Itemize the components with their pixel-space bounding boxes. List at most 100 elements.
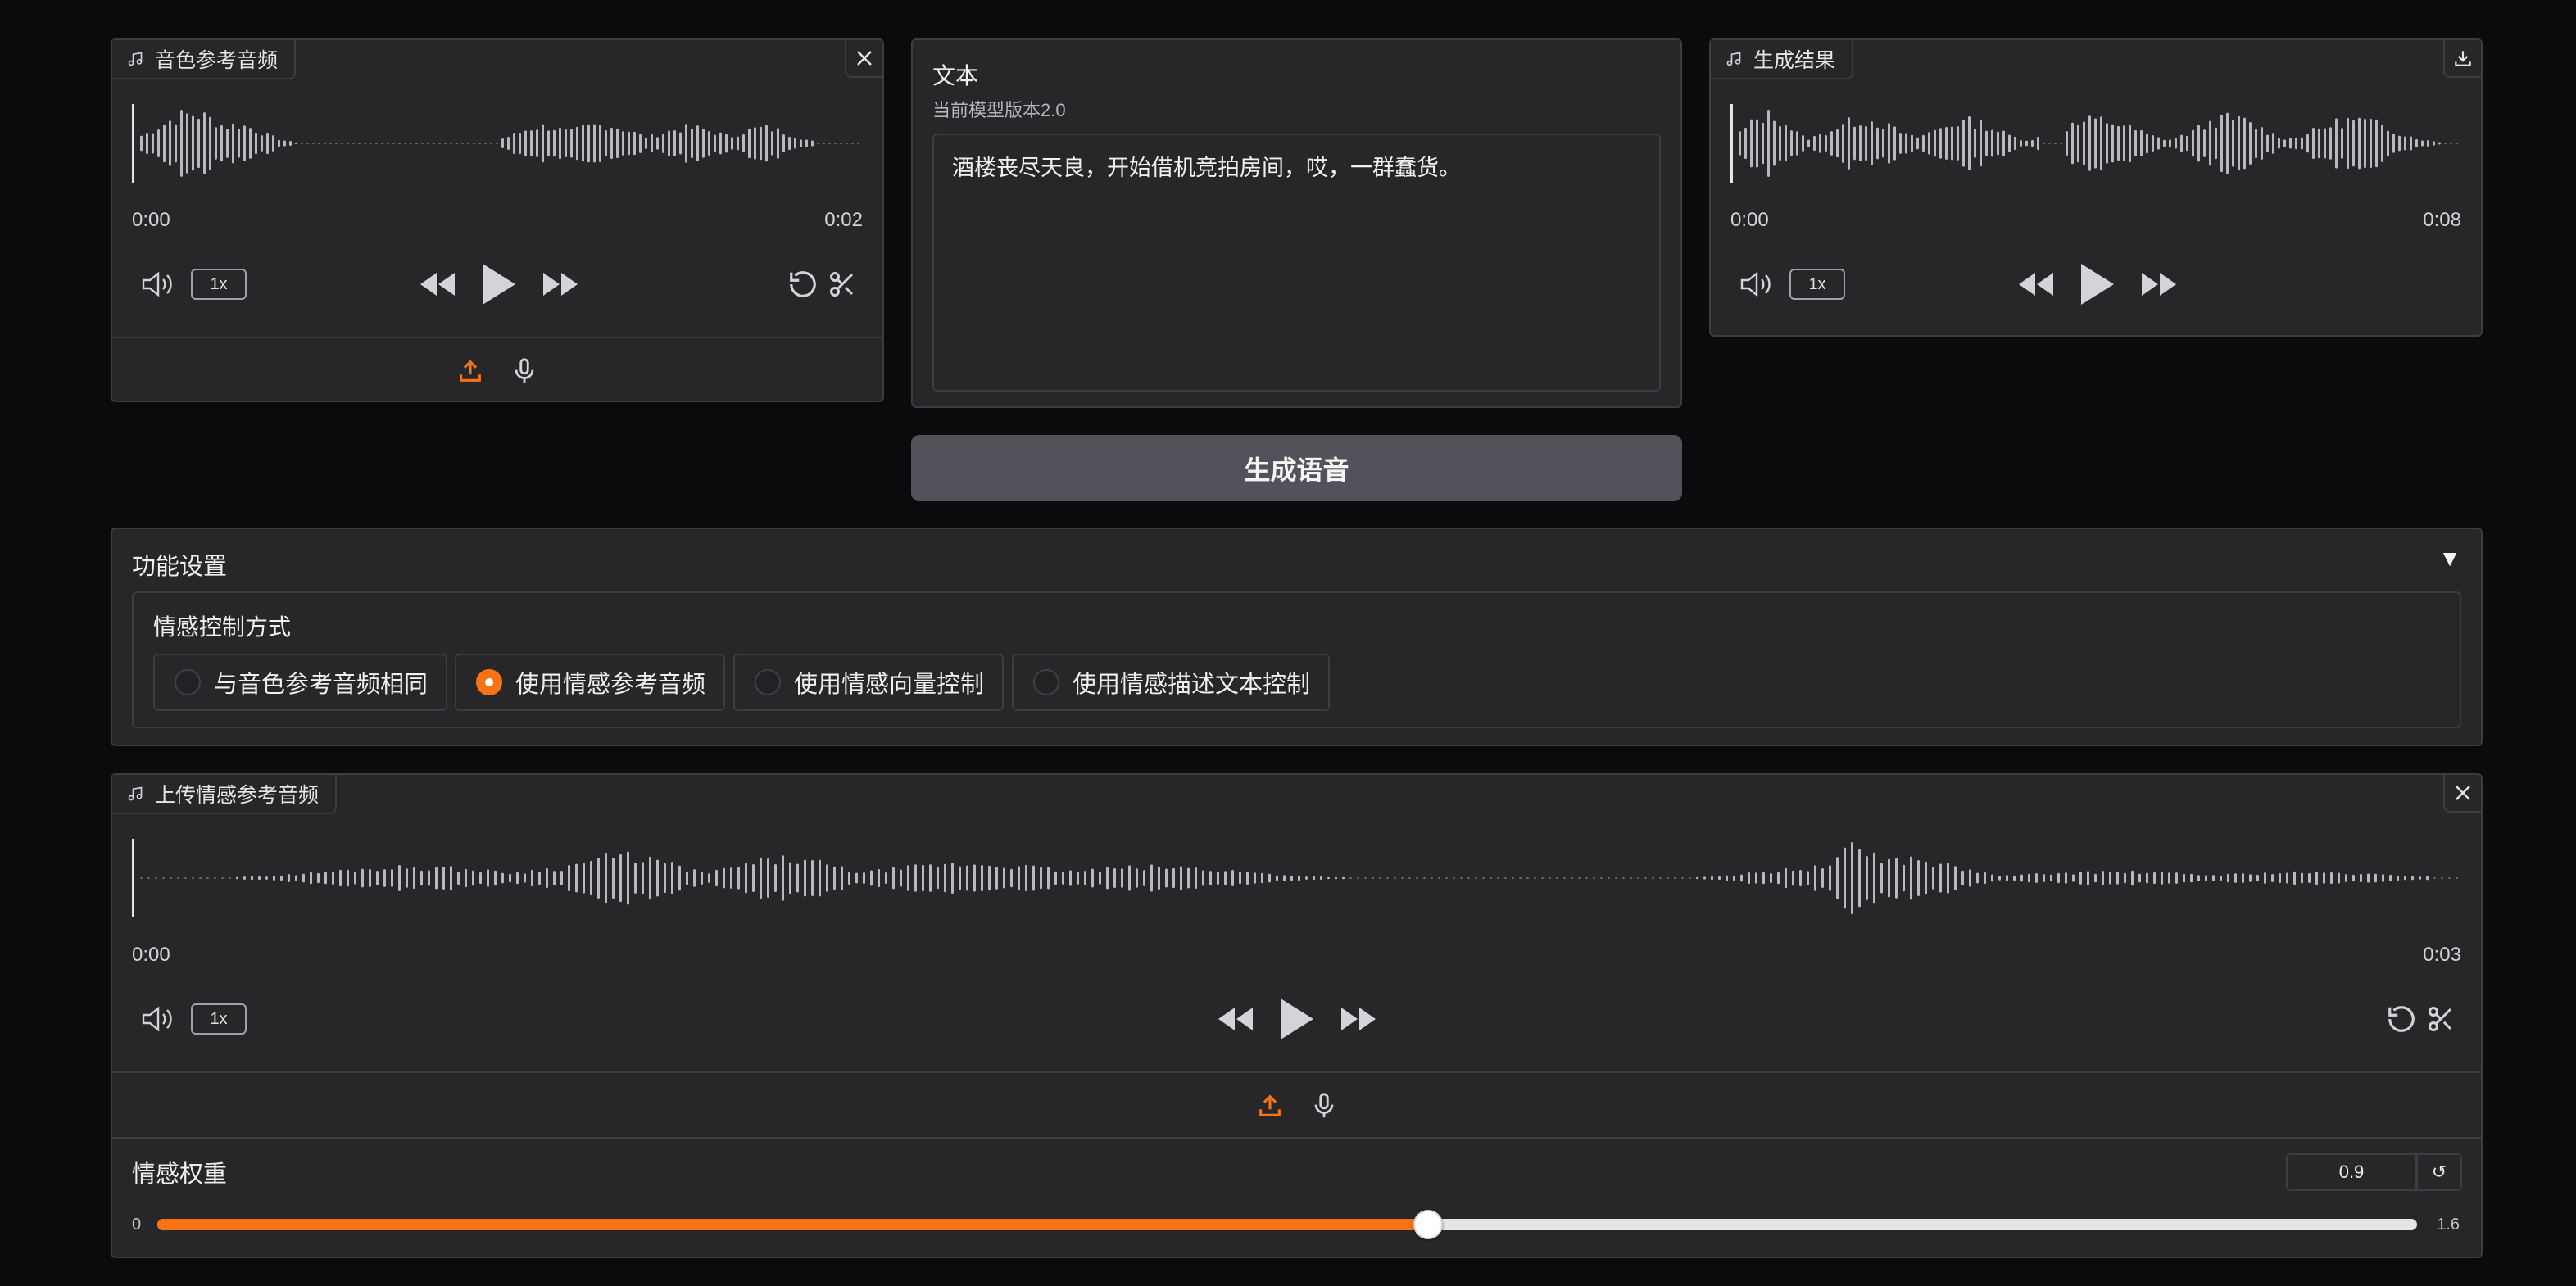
forward-button[interactable] bbox=[1338, 1003, 1379, 1035]
play-button[interactable] bbox=[478, 260, 519, 309]
emotion-ref-tag: 上传情感参考音频 bbox=[112, 775, 338, 814]
playback-rate-button[interactable]: 1x bbox=[191, 269, 247, 300]
close-icon bbox=[857, 51, 872, 66]
download-button[interactable] bbox=[2443, 40, 2481, 78]
play-button[interactable] bbox=[2076, 260, 2117, 309]
play-icon bbox=[483, 264, 515, 305]
radio-button-selected[interactable] bbox=[476, 669, 502, 695]
play-icon bbox=[2081, 264, 2114, 305]
forward-button[interactable] bbox=[2138, 268, 2179, 301]
voice-ref-tag-label: 音色参考音频 bbox=[155, 49, 279, 72]
slider-max-label: 1.6 bbox=[2437, 1216, 2460, 1234]
microphone-button[interactable] bbox=[1308, 1089, 1340, 1122]
upload-icon bbox=[1259, 1094, 1281, 1116]
fast-forward-icon bbox=[2142, 273, 2176, 296]
volume-button[interactable] bbox=[140, 268, 176, 301]
upload-icon bbox=[460, 360, 481, 382]
scissors-icon bbox=[830, 272, 854, 297]
result-waveform[interactable] bbox=[1730, 101, 2463, 186]
emotion-weight-slider[interactable] bbox=[157, 1210, 2417, 1239]
result-tag-label: 生成结果 bbox=[1753, 49, 1836, 72]
trim-button[interactable] bbox=[2424, 1003, 2458, 1035]
microphone-button[interactable] bbox=[508, 355, 541, 387]
rewind-button[interactable] bbox=[417, 268, 458, 301]
emotion-weight-divider bbox=[112, 1137, 2481, 1139]
play-icon bbox=[1281, 998, 1313, 1039]
emotion-ref-clear-button[interactable] bbox=[2443, 775, 2481, 813]
emotion-option-same-as-voice[interactable]: 与音色参考音频相同 bbox=[153, 654, 448, 711]
volume-button[interactable] bbox=[140, 1003, 176, 1035]
volume-icon bbox=[1740, 271, 1771, 297]
upload-button[interactable] bbox=[1254, 1089, 1286, 1122]
emotion-ref-time-start: 0:00 bbox=[132, 944, 170, 966]
slider-fill bbox=[157, 1219, 1429, 1230]
voice-ref-clear-button[interactable] bbox=[845, 40, 882, 78]
emotion-weight-label: 情感权重 bbox=[132, 1161, 228, 1188]
slider-min-label: 0 bbox=[132, 1216, 142, 1234]
trim-button[interactable] bbox=[825, 268, 859, 301]
emotion-option-text-description[interactable]: 使用情感描述文本控制 bbox=[1012, 654, 1331, 711]
music-note-icon bbox=[1726, 52, 1741, 66]
play-button[interactable] bbox=[1276, 994, 1317, 1044]
undo-icon bbox=[2388, 1006, 2415, 1032]
option-label: 使用情感向量控制 bbox=[794, 672, 985, 698]
settings-title: 功能设置 bbox=[132, 554, 228, 580]
emotion-ref-tag-label: 上传情感参考音频 bbox=[155, 784, 320, 807]
emotion-option-reference-audio[interactable]: 使用情感参考音频 bbox=[455, 654, 726, 711]
option-label: 与音色参考音频相同 bbox=[214, 672, 429, 698]
text-label: 文本 bbox=[932, 63, 979, 88]
playback-rate-button[interactable]: 1x bbox=[191, 1003, 247, 1035]
emotion-control-label: 情感控制方式 bbox=[153, 614, 292, 640]
emotion-ref-panel: 上传情感参考音频 0:00 0:03 1x 情感权重 0 1.6 bbox=[111, 773, 2483, 1258]
voice-ref-time-start: 0:00 bbox=[132, 209, 170, 231]
emotion-option-vector[interactable]: 使用情感向量控制 bbox=[733, 654, 1005, 711]
text-panel: 文本 当前模型版本2.0 酒楼丧尽天良，开始借机竞拍房间，哎，一群蠢货。 bbox=[911, 38, 1682, 408]
voice-ref-tag: 音色参考音频 bbox=[112, 40, 297, 79]
radio-button[interactable] bbox=[755, 669, 781, 695]
result-time-start: 0:00 bbox=[1730, 209, 1769, 231]
music-note-icon bbox=[128, 786, 143, 801]
rewind-button[interactable] bbox=[1215, 1003, 1256, 1035]
music-note-icon bbox=[128, 52, 143, 66]
rewind-button[interactable] bbox=[2016, 268, 2057, 301]
result-panel: 生成结果 0:00 0:08 1x bbox=[1709, 38, 2483, 337]
fast-forward-icon bbox=[1341, 1008, 1376, 1030]
reset-audio-button[interactable] bbox=[786, 268, 820, 301]
download-icon bbox=[2455, 51, 2471, 66]
option-label: 使用情感描述文本控制 bbox=[1073, 672, 1311, 698]
volume-button[interactable] bbox=[1739, 268, 1775, 301]
microphone-icon bbox=[1314, 1093, 1333, 1118]
emotion-ref-source-row bbox=[112, 1089, 2481, 1122]
reset-audio-button[interactable] bbox=[2384, 1003, 2419, 1035]
result-tag: 生成结果 bbox=[1711, 40, 1854, 79]
upload-button[interactable] bbox=[454, 355, 487, 387]
result-time-end: 0:08 bbox=[2423, 209, 2461, 231]
forward-button[interactable] bbox=[540, 268, 581, 301]
radio-button[interactable] bbox=[1033, 669, 1059, 695]
voice-ref-waveform[interactable] bbox=[132, 101, 864, 186]
playback-rate-button[interactable]: 1x bbox=[1789, 269, 1845, 300]
rewind-icon bbox=[1218, 1008, 1253, 1030]
emotion-ref-waveform[interactable] bbox=[132, 835, 2463, 921]
undo-icon bbox=[790, 271, 816, 297]
settings-collapse-toggle[interactable]: ▼ bbox=[2438, 546, 2461, 572]
emotion-weight-input[interactable]: 0.9 bbox=[2286, 1153, 2417, 1191]
volume-icon bbox=[142, 271, 172, 297]
fast-forward-icon bbox=[543, 273, 578, 296]
voice-ref-time-end: 0:02 bbox=[824, 209, 863, 231]
rewind-icon bbox=[420, 273, 455, 296]
text-input[interactable]: 酒楼丧尽天良，开始借机竞拍房间，哎，一群蠢货。 bbox=[932, 134, 1661, 392]
emotion-ref-divider bbox=[112, 1071, 2481, 1073]
emotion-weight-reset-button[interactable]: ↺ bbox=[2416, 1153, 2462, 1191]
radio-button[interactable] bbox=[175, 669, 201, 695]
close-icon bbox=[2456, 786, 2470, 800]
voice-ref-divider bbox=[112, 337, 882, 338]
rewind-icon bbox=[2019, 273, 2053, 296]
voice-ref-source-row bbox=[112, 355, 882, 387]
microphone-icon bbox=[515, 358, 534, 383]
voice-ref-panel: 音色参考音频 0:00 0:02 1x bbox=[111, 38, 884, 402]
scissors-icon bbox=[2429, 1007, 2452, 1031]
volume-icon bbox=[142, 1006, 172, 1032]
generate-speech-button[interactable]: 生成语音 bbox=[911, 435, 1682, 501]
option-label: 使用情感参考音频 bbox=[515, 672, 706, 698]
